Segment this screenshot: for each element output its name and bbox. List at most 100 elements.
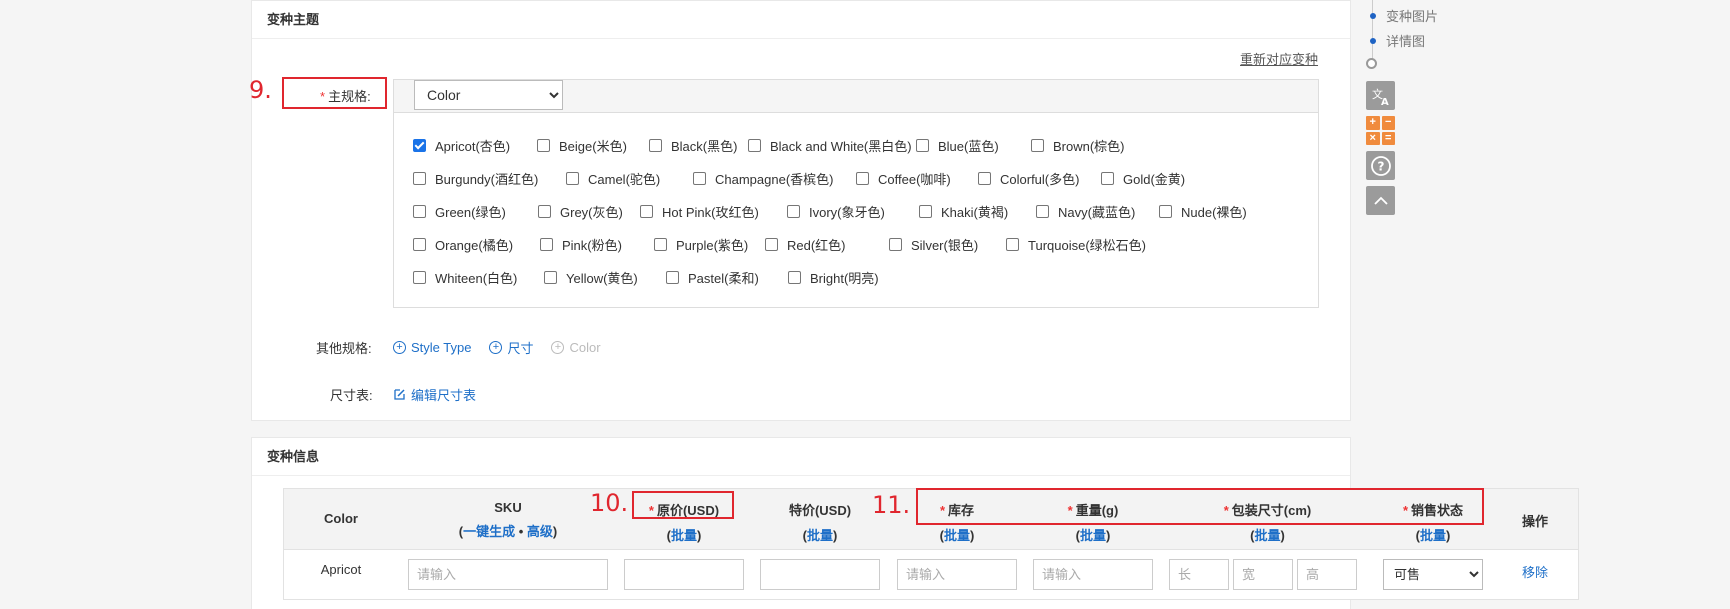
side-nav-end-circle	[1366, 58, 1377, 69]
color-option[interactable]: Black(黑色)	[649, 136, 737, 155]
color-option[interactable]: Whiteen(白色)	[413, 268, 517, 287]
color-option[interactable]: Hot Pink(玫红色)	[640, 202, 759, 221]
special-price-input[interactable]	[760, 559, 880, 590]
checkbox[interactable]	[1101, 171, 1114, 185]
checkbox[interactable]	[1006, 237, 1019, 251]
color-option-label: Grey(灰色)	[560, 204, 623, 220]
main-spec-select[interactable]: Color	[414, 80, 563, 110]
color-option[interactable]: Green(绿色)	[413, 202, 506, 221]
color-option[interactable]: Nude(裸色)	[1159, 202, 1247, 221]
checkbox[interactable]	[413, 237, 426, 251]
color-option[interactable]: Turquoise(绿松石色)	[1006, 235, 1146, 254]
color-option[interactable]: Ivory(象牙色)	[787, 202, 885, 221]
checkbox[interactable]	[765, 237, 778, 251]
color-option[interactable]: Beige(米色)	[537, 136, 627, 155]
color-option[interactable]: Brown(棕色)	[1031, 136, 1125, 155]
color-option[interactable]: Orange(橘色)	[413, 235, 513, 254]
add-spec-style-type[interactable]: + Style Type	[393, 338, 471, 357]
checkbox[interactable]	[544, 270, 557, 284]
color-option[interactable]: Bright(明亮)	[788, 268, 879, 287]
calculator-button[interactable]: + − × =	[1366, 116, 1395, 145]
spec-label: Color	[569, 340, 601, 355]
help-button[interactable]: ?	[1366, 151, 1395, 180]
color-option[interactable]: Coffee(咖啡)	[856, 169, 951, 188]
price-input[interactable]	[624, 559, 744, 590]
plus-circle-icon: +	[551, 341, 565, 354]
color-option[interactable]: Pastel(柔和)	[666, 268, 759, 287]
checkbox[interactable]	[748, 138, 761, 152]
package-length-input[interactable]: 长	[1169, 559, 1229, 590]
stock-input[interactable]: 请输入	[897, 559, 1017, 590]
checkbox[interactable]	[640, 204, 653, 218]
checkbox[interactable]	[787, 204, 800, 218]
checkbox[interactable]	[413, 270, 426, 284]
weight-batch-link[interactable]: 批量	[1080, 528, 1106, 543]
color-option[interactable]: Khaki(黄褐)	[919, 202, 1008, 221]
checkbox[interactable]	[413, 204, 426, 218]
checkbox[interactable]	[1031, 138, 1044, 152]
color-option[interactable]: Colorful(多色)	[978, 169, 1079, 188]
checkbox[interactable]	[693, 171, 706, 185]
side-nav-detail-images[interactable]: 详情图	[1370, 31, 1425, 50]
reset-variant-link[interactable]: 重新对应变种	[1240, 49, 1318, 68]
color-option[interactable]: Purple(紫色)	[654, 235, 748, 254]
color-option-label: Red(红色)	[787, 237, 846, 253]
calc-minus-icon: −	[1381, 116, 1395, 130]
checkbox[interactable]	[413, 171, 426, 185]
add-spec-size[interactable]: + 尺寸	[489, 338, 533, 357]
calc-plus-icon: +	[1366, 116, 1380, 130]
checkbox[interactable]	[919, 204, 932, 218]
checkbox[interactable]	[666, 270, 679, 284]
color-option[interactable]: Navy(藏蓝色)	[1036, 202, 1135, 221]
checkbox[interactable]	[540, 237, 553, 251]
color-option[interactable]: Burgundy(酒红色)	[413, 169, 538, 188]
remove-row-link[interactable]: 移除	[1522, 562, 1548, 581]
color-option-label: Yellow(黄色)	[566, 270, 638, 286]
package-height-input[interactable]: 高	[1297, 559, 1357, 590]
checkbox[interactable]	[1036, 204, 1049, 218]
color-option-label: Khaki(黄褐)	[941, 204, 1009, 220]
back-to-top-button[interactable]	[1366, 186, 1395, 215]
sku-input[interactable]: 请输入	[408, 559, 608, 590]
color-option[interactable]: Red(红色)	[765, 235, 846, 254]
sale-status-select[interactable]: 可售	[1383, 559, 1483, 590]
checkbox[interactable]	[978, 171, 991, 185]
color-option-label: Silver(银色)	[911, 237, 979, 253]
checkbox[interactable]	[654, 237, 667, 251]
weight-input[interactable]: 请输入	[1033, 559, 1153, 590]
edit-icon	[394, 389, 405, 400]
color-option-label: Gold(金黄)	[1123, 171, 1186, 187]
color-option[interactable]: Silver(银色)	[889, 235, 978, 254]
special-price-batch-link[interactable]: 批量	[807, 528, 833, 543]
sku-advanced-link[interactable]: 高级	[527, 524, 553, 539]
color-option[interactable]: Champagne(香槟色)	[693, 169, 834, 188]
color-option[interactable]: Gold(金黄)	[1101, 169, 1185, 188]
status-batch-link[interactable]: 批量	[1420, 528, 1446, 543]
checkbox[interactable]	[538, 204, 551, 218]
side-nav-variant-images[interactable]: 变种图片	[1370, 6, 1438, 25]
checkbox[interactable]	[566, 171, 579, 185]
color-option[interactable]: Yellow(黄色)	[544, 268, 638, 287]
sku-generate-link[interactable]: 一键生成	[463, 524, 515, 539]
color-option[interactable]: Blue(蓝色)	[916, 136, 999, 155]
color-option[interactable]: Pink(粉色)	[540, 235, 622, 254]
checkbox[interactable]	[788, 270, 801, 284]
checkbox[interactable]	[1159, 204, 1172, 218]
color-option[interactable]: Camel(驼色)	[566, 169, 660, 188]
checkbox[interactable]	[856, 171, 869, 185]
color-option[interactable]: Black and White(黑白色)	[748, 136, 912, 155]
checkbox[interactable]	[916, 138, 929, 152]
required-mark: *	[320, 89, 326, 104]
package-width-input[interactable]: 宽	[1233, 559, 1293, 590]
package-batch-link[interactable]: 批量	[1254, 528, 1280, 543]
checkbox[interactable]	[889, 237, 902, 251]
checkbox[interactable]	[413, 138, 426, 152]
color-option[interactable]: Apricot(杏色)	[413, 136, 510, 155]
price-batch-link[interactable]: 批量	[671, 528, 697, 543]
stock-batch-link[interactable]: 批量	[944, 528, 970, 543]
edit-size-table-link[interactable]: 编辑尺寸表	[393, 385, 476, 404]
checkbox[interactable]	[649, 138, 662, 152]
color-option[interactable]: Grey(灰色)	[538, 202, 623, 221]
translate-button[interactable]: 文A	[1366, 81, 1395, 110]
checkbox[interactable]	[537, 138, 550, 152]
